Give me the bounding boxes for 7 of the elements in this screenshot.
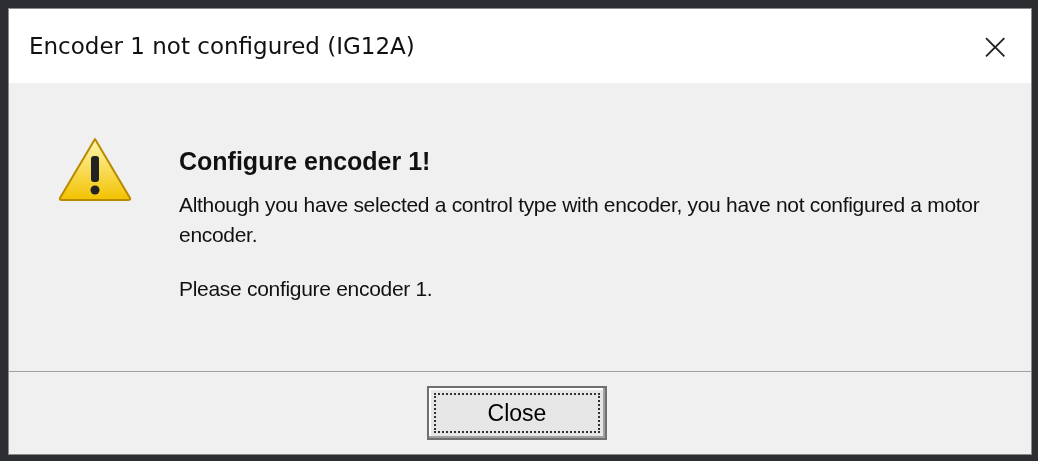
message-text: Please configure encoder 1.: [179, 276, 434, 302]
close-button[interactable]: ×: [971, 27, 1019, 65]
warning-icon: [57, 136, 133, 202]
close-button[interactable]: Close: [427, 386, 607, 440]
message-heading: Configure encoder 1!: [179, 147, 432, 176]
message-text: Although you have selected a control type with encoder, you have not configured a motor encoder.: [179, 192, 981, 248]
window-title: Encoder 1 not configured (IG12A): [29, 33, 415, 59]
